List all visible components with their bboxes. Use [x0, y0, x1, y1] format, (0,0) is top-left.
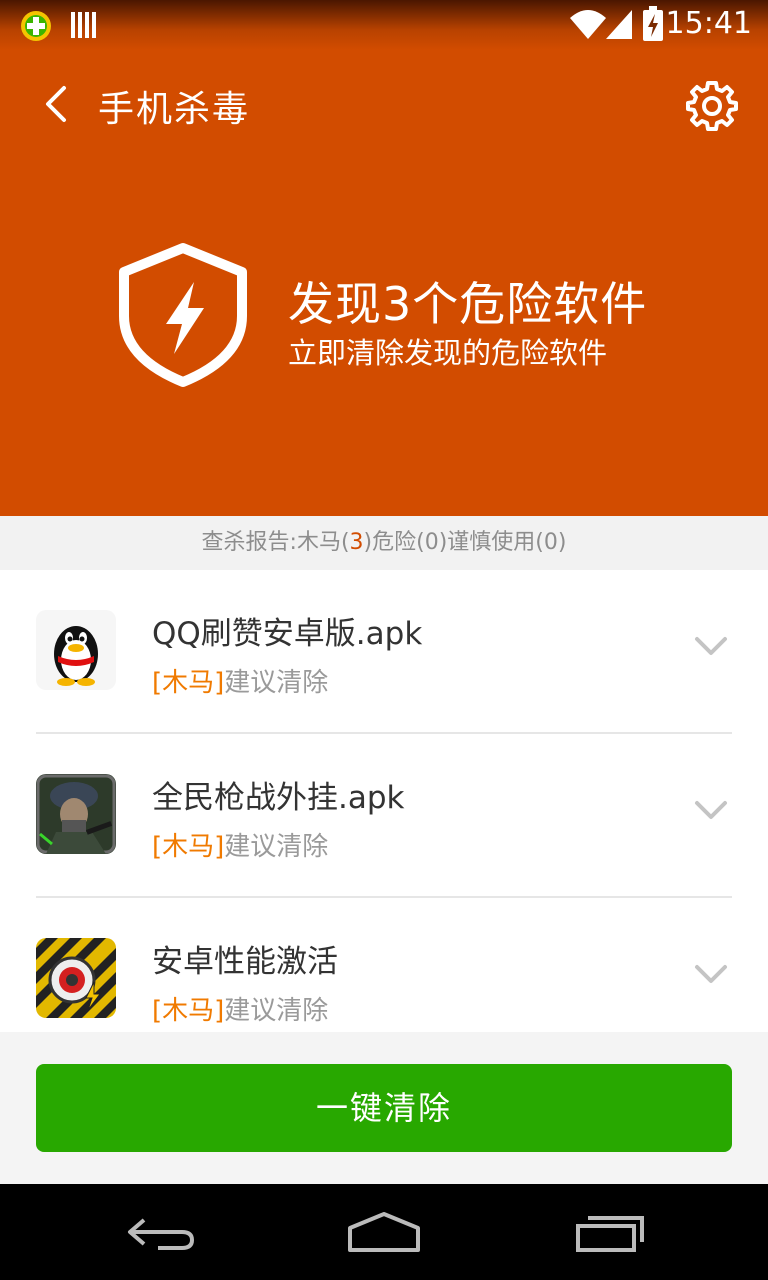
danger-subline: 立即清除发现的危险软件	[288, 336, 608, 370]
signal-icon	[606, 10, 632, 39]
threat-item[interactable]: QQ刷赞安卓版.apk [木马]建议清除	[0, 570, 768, 734]
trojan-count: 3	[349, 530, 364, 555]
back-nav-icon[interactable]	[124, 1210, 196, 1254]
trojan-label: [木马]	[152, 996, 225, 1026]
qq-penguin-icon	[36, 610, 116, 690]
gear-icon[interactable]	[686, 80, 738, 132]
wifi-icon	[570, 10, 606, 39]
chevron-down-icon[interactable]	[694, 634, 728, 658]
clock: 15:41	[665, 6, 752, 41]
threat-name: 安卓性能激活	[152, 944, 338, 980]
system-navigation-bar	[0, 1184, 768, 1280]
performance-boost-icon	[36, 938, 116, 1018]
home-nav-icon[interactable]	[346, 1210, 422, 1254]
advice-label: 建议清除	[224, 996, 329, 1026]
trojan-label: [木马]	[152, 668, 225, 698]
threat-tag-line: [木马]建议清除	[152, 662, 328, 699]
advice-label: 建议清除	[224, 832, 329, 862]
app-bar: 手机杀毒	[0, 50, 768, 160]
danger-headline: 发现3个危险软件	[288, 277, 648, 331]
battery-charging-icon	[643, 6, 663, 41]
soldier-game-icon	[36, 774, 116, 854]
360-security-app-icon	[21, 11, 51, 41]
recent-apps-nav-icon[interactable]	[574, 1210, 646, 1254]
threat-item[interactable]: 安卓性能激活 [木马]建议清除	[0, 898, 768, 1032]
shield-lightning-icon	[119, 243, 247, 387]
page-title: 手机杀毒	[98, 89, 251, 130]
chevron-down-icon[interactable]	[694, 962, 728, 986]
threat-name: 全民枪战外挂.apk	[152, 780, 405, 816]
threat-tag-line: [木马]建议清除	[152, 826, 328, 863]
threat-tag-line: [木马]建议清除	[152, 990, 328, 1027]
barcode-notification-icon	[71, 12, 96, 38]
threat-name: QQ刷赞安卓版.apk	[152, 616, 423, 652]
chevron-down-icon[interactable]	[694, 798, 728, 822]
trojan-label: [木马]	[152, 832, 225, 862]
threat-item[interactable]: 全民枪战外挂.apk [木马]建议清除	[0, 734, 768, 898]
scan-report-summary: 查杀报告:木马(3)危险(0)谨慎使用(0)	[0, 516, 768, 570]
one-click-clean-button[interactable]: 一键清除	[36, 1064, 732, 1152]
scan-result-banner: 发现3个危险软件 立即清除发现的危险软件	[0, 160, 768, 516]
report-suffix: )危险(0)谨慎使用(0)	[363, 530, 567, 555]
threat-list: QQ刷赞安卓版.apk [木马]建议清除 全民枪战外挂.apk [木马]建议清除	[0, 570, 768, 1032]
report-prefix: 查杀报告:木马(	[201, 530, 350, 555]
advice-label: 建议清除	[224, 668, 329, 698]
status-bar: 15:41	[0, 0, 768, 50]
action-footer: 一键清除	[0, 1032, 768, 1184]
back-arrow-icon[interactable]	[38, 82, 78, 126]
